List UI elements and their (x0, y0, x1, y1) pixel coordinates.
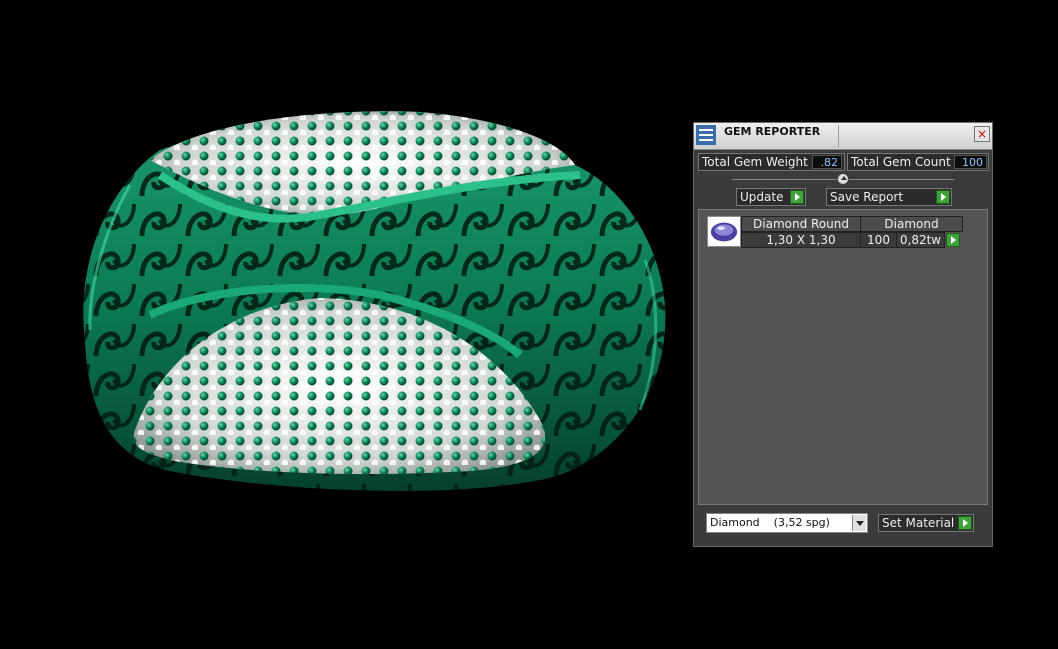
round-gem-icon (707, 216, 741, 247)
gem-list: Diamond Round Diamond 1,30 X 1,30 100 0,… (698, 209, 988, 505)
material-selected-value: Diamond (3,52 spg) (710, 516, 830, 529)
set-material-button[interactable]: Set Material (878, 514, 974, 532)
gem-size-cell: 1,30 X 1,30 (741, 232, 861, 248)
panel-title: GEM REPORTER (724, 125, 821, 138)
update-button[interactable]: Update (736, 188, 806, 206)
gem-shape-cell: Diamond Round (741, 216, 861, 232)
chevron-down-icon[interactable] (852, 515, 866, 531)
close-button[interactable]: × (974, 126, 990, 142)
gem-detail-button[interactable] (946, 233, 960, 247)
material-dropdown[interactable]: Diamond (3,52 spg) (706, 513, 868, 533)
gem-weight-cell: 0,82tw (896, 232, 945, 248)
total-gem-weight-value: .82 (812, 155, 842, 169)
gem-count-cell: 100 (860, 232, 897, 248)
update-label: Update (740, 190, 784, 204)
title-bar[interactable]: GEM REPORTER × (694, 123, 992, 150)
total-gem-count-field: Total Gem Count 100 (847, 153, 989, 171)
total-gem-count-value: 100 (954, 155, 987, 169)
play-arrow-icon (958, 516, 972, 530)
play-arrow-icon (790, 190, 804, 204)
play-arrow-icon (936, 190, 950, 204)
total-gem-weight-label: Total Gem Weight (702, 155, 808, 169)
title-divider (838, 125, 839, 147)
save-report-button[interactable]: Save Report (826, 188, 952, 206)
gem-reporter-panel: GEM REPORTER × Total Gem Weight .82 Tota… (693, 122, 993, 547)
gem-reporter-icon (696, 125, 716, 145)
total-gem-count-label: Total Gem Count (851, 155, 951, 169)
save-report-label: Save Report (830, 190, 904, 204)
close-icon: × (976, 127, 988, 141)
splitter-handle[interactable] (837, 173, 849, 185)
gem-material-cell: Diamond (860, 216, 963, 232)
set-material-label: Set Material (882, 516, 955, 530)
total-gem-weight-field: Total Gem Weight .82 (698, 153, 845, 171)
ring-model (83, 111, 666, 491)
3d-viewport[interactable] (0, 0, 680, 645)
